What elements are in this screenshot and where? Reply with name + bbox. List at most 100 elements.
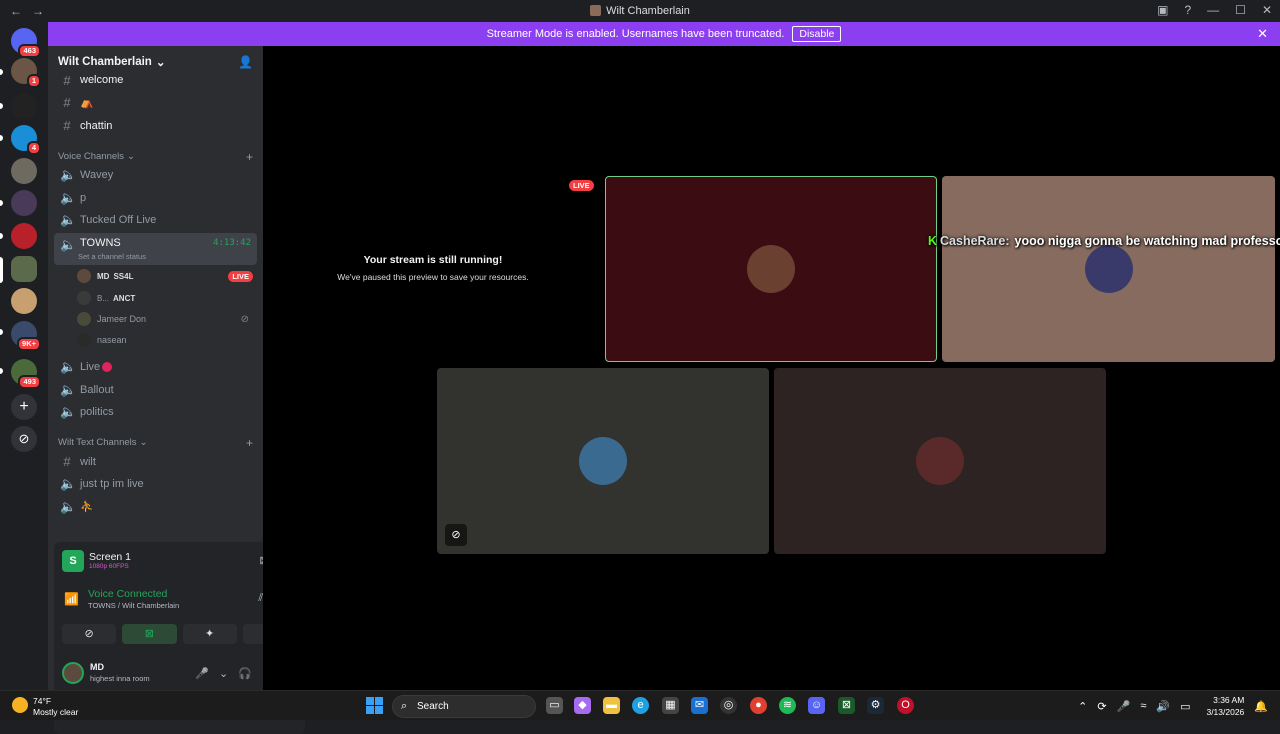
channel-welcome[interactable]: # welcome — [54, 70, 257, 90]
store-icon[interactable]: ▦ — [662, 697, 679, 714]
call-timer: 4:13:42 — [213, 238, 251, 248]
voice-user[interactable]: Jameer Don ⊘ — [77, 309, 253, 329]
create-channel-icon[interactable]: + — [246, 150, 253, 164]
opera-icon[interactable]: O — [897, 697, 914, 714]
outlook-icon[interactable]: ✉ — [691, 697, 708, 714]
voice-channel-live[interactable]: 🔈 Live — [54, 356, 257, 377]
username: Jameer Don — [97, 314, 147, 324]
chrome-icon[interactable]: ● — [750, 697, 767, 714]
category-voice-channels[interactable]: Voice Channels ⌄ + — [58, 150, 253, 164]
channel-wilt[interactable]: # wilt — [54, 451, 257, 472]
battery-icon[interactable]: ▭ — [1180, 700, 1190, 713]
discover-icon[interactable]: ⊘ — [11, 426, 37, 452]
sync-icon[interactable]: ⟳ — [1097, 700, 1106, 713]
window-titlebar: ← → Wilt Chamberlain ▣ ? — ☐ ✕ — [0, 0, 1280, 22]
kick-logo-icon: K — [928, 234, 938, 248]
video-tile[interactable] — [774, 368, 1106, 554]
chevron-up-icon[interactable]: ⌃ — [1078, 700, 1087, 713]
signal-icon[interactable]: 📶 — [64, 592, 79, 606]
search-box[interactable]: ⌕ Search — [392, 695, 536, 718]
voice-channel-politics[interactable]: 🔈 politics — [54, 401, 257, 422]
speaker-icon: 🔈 — [60, 498, 77, 514]
server-icon[interactable]: 4 — [11, 125, 41, 155]
channel-sidebar: Wilt Chamberlain ⌄ 👤 # welcome # ⛺ # chatti… — [48, 46, 305, 734]
edge-icon[interactable]: e — [632, 697, 649, 714]
headphones-icon[interactable]: 🎧 — [238, 667, 252, 680]
live-badge: LIVE — [228, 270, 253, 282]
video-tile[interactable]: ⊘ — [437, 368, 769, 554]
server-icon[interactable] — [11, 158, 37, 184]
wifi-icon[interactable]: ≈ — [1140, 700, 1146, 712]
file-explorer-icon[interactable]: ▬ — [603, 697, 620, 714]
video-tile[interactable] — [605, 176, 937, 362]
close-button[interactable]: ✕ — [1262, 3, 1272, 17]
add-server-icon[interactable]: + — [11, 394, 37, 420]
close-banner-icon[interactable]: ✕ — [1257, 26, 1268, 42]
voice-channel-towns[interactable]: 🔈 TOWNS 4:13:42 Set a channel status — [54, 233, 257, 265]
volume-icon[interactable]: 🔊 — [1156, 700, 1170, 713]
create-channel-icon[interactable]: + — [246, 436, 253, 450]
maximize-button[interactable]: ☐ — [1235, 3, 1246, 17]
task-view-icon[interactable]: ▭ — [546, 697, 563, 714]
activities-button[interactable]: ✦ — [182, 624, 237, 644]
voice-user[interactable]: MD SS4L LIVE — [77, 266, 253, 286]
window-controls: ▣ ? — ☐ ✕ — [1157, 3, 1272, 17]
channel-chattin[interactable]: # chattin — [54, 115, 257, 136]
chat-overlay: K CasheRare: yooo nigga gonna be watching … — [928, 234, 1280, 248]
voice-stage: Your stream is still running! We've paus… — [263, 46, 1280, 690]
avatar — [77, 269, 91, 283]
server-icon[interactable] — [11, 93, 37, 119]
minimize-button[interactable]: — — [1207, 3, 1219, 17]
microphone-icon[interactable]: 🎤 — [195, 667, 209, 680]
channel-status-input[interactable]: Set a channel status — [78, 252, 146, 261]
avatar[interactable] — [62, 662, 84, 684]
channel-basketball[interactable]: 🔈 ⛹ — [54, 496, 257, 517]
unread-indicator — [0, 200, 3, 206]
voice-channel-p[interactable]: 🔈 p — [54, 187, 257, 208]
screen-share-button[interactable]: ⊠ — [122, 624, 177, 644]
copilot-icon[interactable]: ◆ — [574, 697, 591, 714]
inbox-icon[interactable]: ▣ — [1157, 3, 1168, 17]
server-icon[interactable] — [11, 223, 37, 249]
invite-people-icon[interactable]: 👤 — [238, 55, 253, 69]
notification-bell-icon[interactable]: 🔔 — [1254, 700, 1268, 713]
voice-channel-wavey[interactable]: 🔈 Wavey — [54, 164, 257, 185]
voice-user[interactable]: nasean — [77, 330, 253, 350]
help-icon[interactable]: ? — [1184, 3, 1191, 17]
discord-icon[interactable]: ☺ — [808, 697, 825, 714]
hash-icon: # — [63, 454, 71, 469]
selected-indicator — [0, 257, 3, 283]
start-button[interactable] — [366, 697, 383, 714]
microphone-icon[interactable]: 🎤 — [1117, 700, 1131, 713]
search-icon: ⌕ — [401, 700, 408, 712]
steam-icon[interactable]: ⚙ — [867, 697, 884, 714]
avatar — [77, 312, 91, 326]
stream-tile[interactable] — [942, 176, 1275, 362]
red-circle-icon — [102, 361, 113, 372]
voice-channel-ballout[interactable]: 🔈 Ballout — [54, 379, 257, 400]
spotify-icon[interactable]: ≋ — [779, 697, 796, 714]
category-wilt-text-channels[interactable]: Wilt Text Channels ⌄ + — [58, 436, 253, 450]
channel-just-tp-im-live[interactable]: 🔈 just tp im live — [54, 473, 257, 494]
hash-icon: # — [63, 95, 71, 110]
server-icon-selected[interactable] — [11, 256, 37, 282]
server-icon[interactable]: 1 — [11, 58, 41, 88]
clock[interactable]: 3:36 AM 3/13/2026 — [1206, 694, 1244, 718]
chevron-down-icon[interactable]: ⌄ — [219, 667, 228, 680]
server-icon[interactable] — [11, 190, 37, 216]
server-icon[interactable] — [11, 288, 37, 314]
app-icon[interactable]: ◎ — [720, 697, 737, 714]
discord-home-icon[interactable]: 463 — [11, 28, 41, 58]
server-folder-icon[interactable]: 493 — [11, 359, 41, 389]
disable-streamer-mode-button[interactable]: Disable — [792, 26, 842, 42]
voice-channel-tucked-off-live[interactable]: 🔈 Tucked Off Live — [54, 209, 257, 230]
speaker-icon: 🔈 — [60, 237, 77, 252]
weather-widget[interactable]: 74°F Mostly clear — [12, 694, 92, 718]
weather-icon — [12, 697, 28, 713]
camera-off-button[interactable]: ⊘ — [62, 624, 117, 644]
speaker-icon: 🔈 — [60, 381, 77, 397]
channel-tent[interactable]: # ⛺ — [54, 92, 257, 113]
voice-user[interactable]: B... ANCT — [77, 288, 253, 308]
xbox-icon[interactable]: ⊠ — [838, 697, 855, 714]
server-folder-icon[interactable]: 9K+ — [11, 321, 41, 351]
